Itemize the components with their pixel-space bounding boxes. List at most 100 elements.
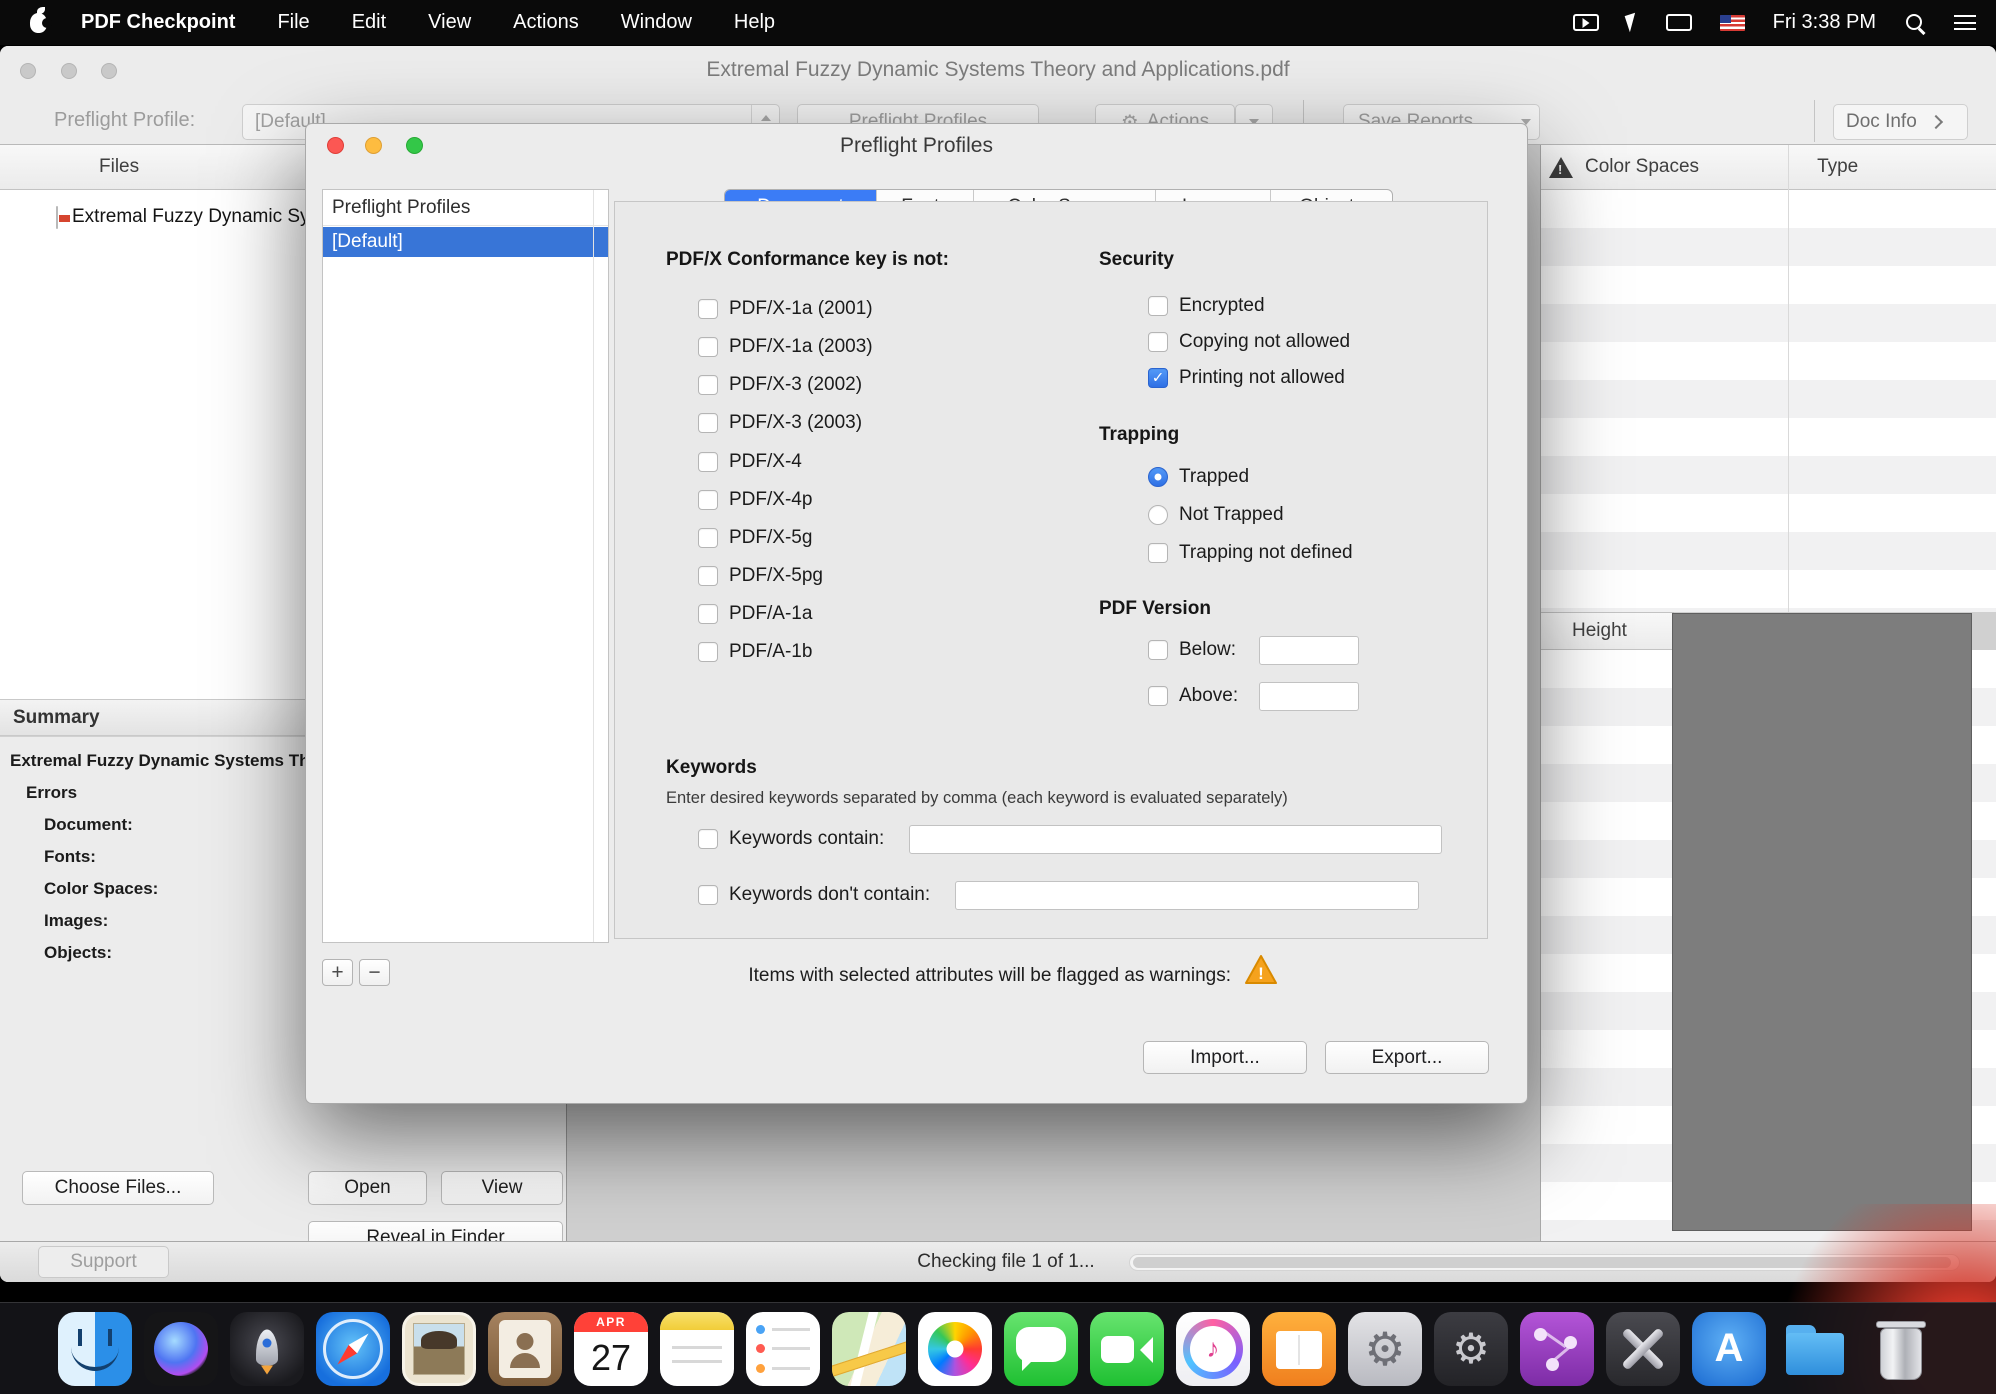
checkbox[interactable] (1148, 686, 1168, 706)
radio-button[interactable] (1148, 505, 1168, 525)
security-heading: Security (1099, 249, 1174, 271)
column-divider (1788, 145, 1789, 612)
photos-dock-icon[interactable] (918, 1312, 992, 1386)
summary-fonts: Fonts: (44, 847, 96, 867)
dialog-title: Preflight Profiles (306, 134, 1527, 158)
system-preferences-dock-icon[interactable]: ⚙ (1348, 1312, 1422, 1386)
trash-dock-icon[interactable] (1864, 1312, 1938, 1386)
keywords-not-contain-input[interactable] (955, 881, 1419, 910)
facetime-dock-icon[interactable] (1090, 1312, 1164, 1386)
contacts-dock-icon[interactable] (488, 1312, 562, 1386)
books-dock-icon[interactable] (1262, 1312, 1336, 1386)
color-spaces-table (1541, 190, 1996, 612)
color-spaces-table-header: Color Spaces Type (1541, 145, 1996, 190)
messages-dock-icon[interactable] (1004, 1312, 1078, 1386)
calendar-dock-icon[interactable]: APR27 (574, 1312, 648, 1386)
open-button[interactable]: Open (308, 1171, 427, 1205)
menu-view[interactable]: View (428, 11, 471, 34)
height-table-header: Height (1541, 612, 1674, 650)
profiles-list: Preflight Profiles [Default] (322, 189, 609, 943)
warning-note: Items with selected attributes will be f… (621, 965, 1231, 987)
itunes-dock-icon[interactable]: ♪ (1176, 1312, 1250, 1386)
pdf-version-heading: PDF Version (1099, 598, 1211, 620)
chevron-right-icon (1929, 115, 1943, 129)
warning-triangle-icon: ! (1244, 954, 1278, 986)
pdf-checkpoint-dock-icon[interactable] (1520, 1312, 1594, 1386)
folder-dock-icon[interactable] (1778, 1312, 1852, 1386)
dock: APR27 ♪ ⚙ ⚙ A (0, 1302, 1996, 1394)
choose-files-button[interactable]: Choose Files... (22, 1171, 214, 1205)
checkbox[interactable] (698, 337, 718, 357)
summary-images: Images: (44, 911, 108, 931)
app-store-dock-icon[interactable]: A (1692, 1312, 1766, 1386)
menubar-app-name[interactable]: PDF Checkpoint (81, 11, 235, 34)
profiles-list-header: Preflight Profiles (323, 190, 608, 226)
checkbox[interactable] (698, 604, 718, 624)
image-preview-pane (1672, 613, 1972, 1231)
view-button[interactable]: View (441, 1171, 563, 1205)
color-spaces-column[interactable]: Color Spaces (1585, 156, 1699, 178)
safari-dock-icon[interactable] (316, 1312, 390, 1386)
window-titlebar: Extremal Fuzzy Dynamic Systems Theory an… (0, 46, 1996, 96)
list-scrollbar-track[interactable] (593, 190, 594, 942)
menu-actions[interactable]: Actions (513, 11, 579, 34)
display-mirroring-icon[interactable] (1666, 14, 1692, 31)
keywords-heading: Keywords (666, 757, 757, 779)
checkbox[interactable] (698, 528, 718, 548)
type-column[interactable]: Type (1817, 156, 1858, 178)
document-tab-panel: PDF/X Conformance key is not: PDF/X-1a (… (614, 201, 1488, 939)
launchpad-dock-icon[interactable] (230, 1312, 304, 1386)
mail-stamp-dock-icon[interactable] (402, 1312, 476, 1386)
export-button[interactable]: Export... (1325, 1041, 1489, 1074)
pdf-version-above-input[interactable] (1259, 682, 1359, 711)
checkbox[interactable] (698, 490, 718, 510)
reminders-dock-icon[interactable] (746, 1312, 820, 1386)
menubar-clock[interactable]: Fri 3:38 PM (1773, 11, 1876, 34)
checkbox[interactable] (1148, 368, 1168, 388)
menu-file[interactable]: File (277, 11, 309, 34)
checkbox[interactable] (698, 885, 718, 905)
checkbox[interactable] (1148, 332, 1168, 352)
summary-errors: Errors (26, 783, 77, 803)
menu-window[interactable]: Window (621, 11, 692, 34)
pdf-version-below-input[interactable] (1259, 636, 1359, 665)
keywords-contain-input[interactable] (909, 825, 1442, 854)
checkbox[interactable] (1148, 543, 1168, 563)
profile-list-item-default[interactable]: [Default] (323, 227, 608, 257)
warning-triangle-icon (1549, 157, 1573, 178)
checkbox[interactable] (1148, 296, 1168, 316)
import-button[interactable]: Import... (1143, 1041, 1307, 1074)
us-flag-icon[interactable] (1720, 15, 1745, 31)
remove-profile-button[interactable]: − (359, 959, 390, 986)
height-column[interactable]: Height (1572, 620, 1627, 642)
support-button[interactable]: Support (38, 1246, 169, 1278)
radio-button[interactable] (1148, 467, 1168, 487)
siri-dock-icon[interactable] (144, 1312, 218, 1386)
trapping-heading: Trapping (1099, 424, 1179, 446)
maps-dock-icon[interactable] (832, 1312, 906, 1386)
tools-dock-icon[interactable] (1606, 1312, 1680, 1386)
finder-dock-icon[interactable] (58, 1312, 132, 1386)
checkbox[interactable] (1148, 640, 1168, 660)
add-profile-button[interactable]: + (322, 959, 353, 986)
checkbox[interactable] (698, 642, 718, 662)
notification-center-icon[interactable] (1954, 15, 1976, 30)
spotlight-search-icon[interactable] (1904, 12, 1926, 34)
menu-edit[interactable]: Edit (352, 11, 386, 34)
keywords-caption: Enter desired keywords separated by comm… (666, 789, 1288, 808)
apple-menu-icon[interactable] (30, 13, 47, 33)
window-title: Extremal Fuzzy Dynamic Systems Theory an… (0, 58, 1996, 82)
notes-dock-icon[interactable] (660, 1312, 734, 1386)
checkbox[interactable] (698, 299, 718, 319)
pointer-icon[interactable] (1624, 13, 1640, 33)
checkbox[interactable] (698, 375, 718, 395)
utilities-dock-icon[interactable]: ⚙ (1434, 1312, 1508, 1386)
checkbox[interactable] (698, 566, 718, 586)
checkbox[interactable] (698, 452, 718, 472)
checkbox[interactable] (698, 829, 718, 849)
airplay-display-icon[interactable] (1573, 14, 1599, 31)
svg-text:!: ! (1258, 964, 1264, 983)
doc-info-button[interactable]: Doc Info (1833, 104, 1968, 140)
checkbox[interactable] (698, 413, 718, 433)
menu-help[interactable]: Help (734, 11, 775, 34)
